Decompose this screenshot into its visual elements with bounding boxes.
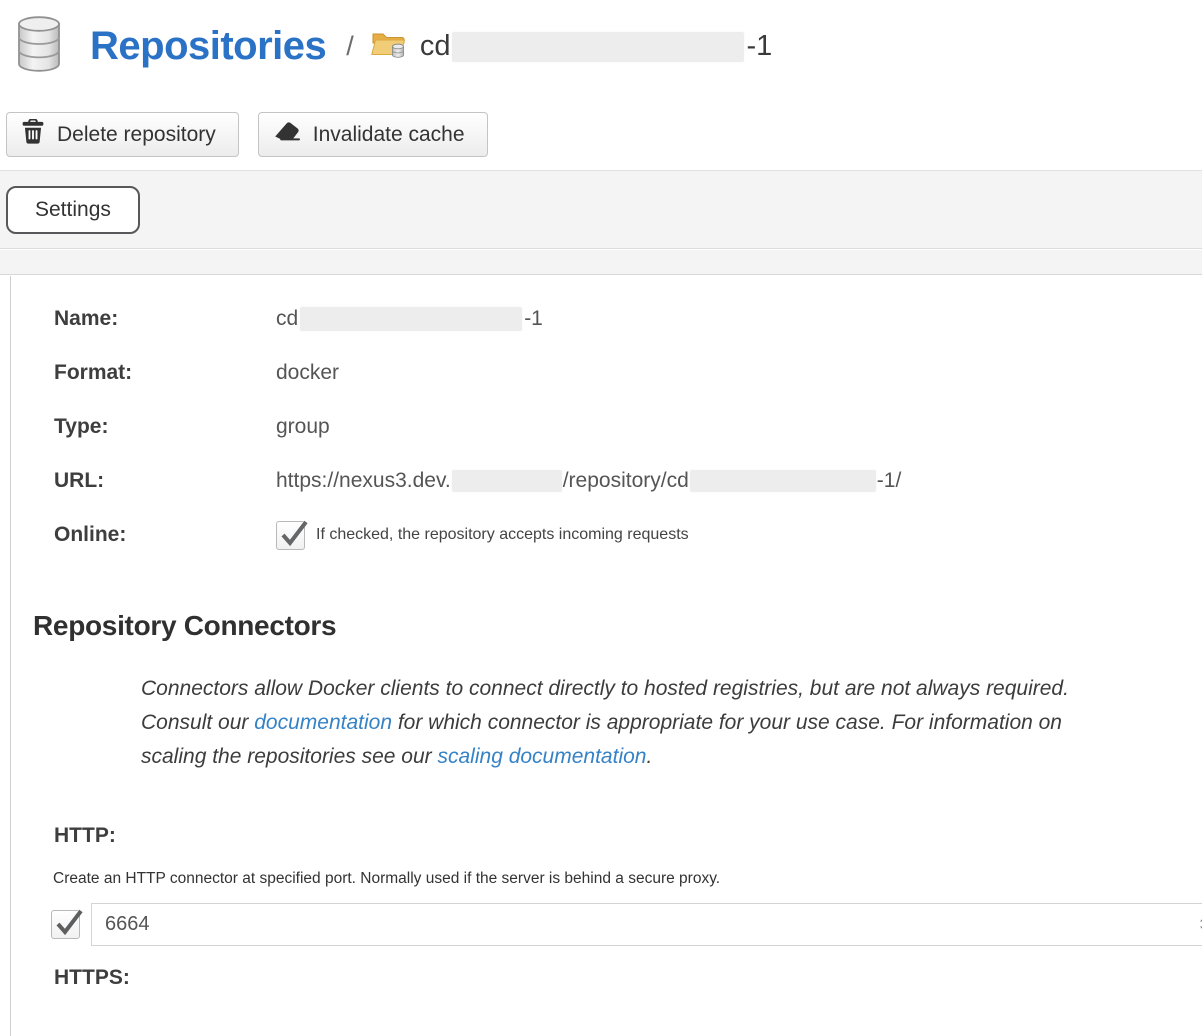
name-value: cd -1 (276, 307, 543, 331)
tab-settings-label: Settings (35, 198, 111, 222)
type-label: Type: (54, 415, 276, 439)
field-row-url: URL: https://nexus3.dev. /repository/cd -1… (54, 454, 901, 508)
redacted-text (452, 32, 744, 62)
redacted-text (452, 470, 562, 492)
http-port-row (51, 900, 1202, 948)
field-row-type: Type: group (54, 400, 330, 454)
field-row-format: Format: docker (54, 346, 339, 400)
repository-toolbar: Delete repository Invalidate cache (6, 112, 488, 157)
tab-settings[interactable]: Settings (6, 186, 140, 234)
online-checkbox[interactable] (276, 521, 305, 550)
scaling-documentation-link[interactable]: scaling documentation (438, 745, 647, 768)
url-value-middle: /repository/cd (563, 469, 689, 493)
repo-name-suffix: -1 (746, 30, 772, 63)
breadcrumb: Repositories / cd -1 (14, 16, 772, 77)
url-value-prefix: https://nexus3.dev. (276, 469, 451, 493)
redacted-text (300, 307, 522, 331)
http-connector-checkbox[interactable] (51, 910, 80, 939)
repositories-breadcrumb-link[interactable]: Repositories (90, 24, 326, 69)
http-port-input-wrap (91, 903, 1202, 946)
field-row-name: Name: cd -1 (54, 292, 543, 346)
https-connector-label: HTTPS: (54, 966, 130, 990)
name-value-suffix: -1 (524, 307, 543, 331)
format-value: docker (276, 361, 339, 385)
http-connector-help: Create an HTTP connector at specified po… (53, 870, 720, 888)
eraser-icon (274, 121, 300, 149)
folder-repository-icon (370, 27, 408, 66)
field-row-online: Online: If checked, the repository accep… (54, 508, 689, 562)
delete-repository-label: Delete repository (57, 123, 216, 147)
online-value: If checked, the repository accepts incom… (276, 521, 689, 550)
checkmark-icon (279, 514, 309, 548)
type-value: group (276, 415, 330, 439)
repository-connectors-heading: Repository Connectors (33, 610, 336, 642)
delete-repository-button[interactable]: Delete repository (6, 112, 239, 157)
online-label: Online: (54, 523, 276, 547)
name-label: Name: (54, 307, 276, 331)
url-value-suffix: -1/ (877, 469, 902, 493)
repository-name: cd -1 (420, 30, 772, 63)
tab-bar: Settings (0, 170, 1202, 249)
connectors-help-text: Connectors allow Docker clients to conne… (141, 672, 1101, 774)
online-caption: If checked, the repository accepts incom… (316, 526, 689, 544)
url-value: https://nexus3.dev. /repository/cd -1/ (276, 469, 901, 493)
documentation-link[interactable]: documentation (254, 711, 392, 734)
breadcrumb-separator: / (346, 31, 354, 62)
redacted-text (690, 470, 876, 492)
settings-panel: Name: cd -1 Format: docker Type: group UR… (10, 276, 1202, 1036)
trash-icon (22, 119, 44, 150)
name-value-prefix: cd (276, 307, 298, 331)
checkmark-icon (54, 903, 84, 937)
http-connector-label: HTTP: (54, 824, 116, 848)
repo-name-prefix: cd (420, 30, 451, 63)
panel-header-strip (0, 250, 1202, 275)
http-port-input[interactable] (91, 903, 1202, 946)
invalidate-cache-button[interactable]: Invalidate cache (258, 112, 488, 157)
database-icon (14, 16, 64, 77)
intro-text-3: . (646, 745, 652, 768)
url-label: URL: (54, 469, 276, 493)
format-label: Format: (54, 361, 276, 385)
invalidate-cache-label: Invalidate cache (313, 123, 465, 147)
